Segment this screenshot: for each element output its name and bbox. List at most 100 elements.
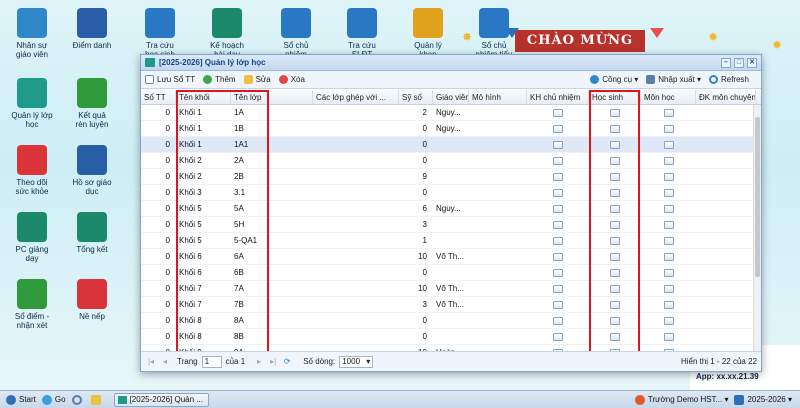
- column-header[interactable]: ĐK môn chuyên: [696, 90, 756, 105]
- table-row[interactable]: 0 Khối 7 7A 10 Võ Th...: [141, 281, 753, 297]
- minimize-button[interactable]: –: [721, 57, 731, 68]
- table-row[interactable]: 0 Khối 6 6B 0: [141, 265, 753, 281]
- homeroom-plan-button[interactable]: [553, 253, 563, 261]
- table-row[interactable]: 0 Khối 1 1A 2 Nguy...: [141, 105, 753, 121]
- desktop-icon-discipline[interactable]: Nề nếp: [60, 279, 124, 321]
- students-button[interactable]: [610, 253, 620, 261]
- homeroom-plan-button[interactable]: [553, 157, 563, 165]
- students-button[interactable]: [610, 221, 620, 229]
- next-page-icon[interactable]: ▸: [253, 356, 265, 368]
- desktop-icon-homeroom-book[interactable]: Sổ chủ nhiệm: [264, 8, 328, 59]
- column-header[interactable]: KH chủ nhiệm: [527, 90, 589, 105]
- homeroom-plan-button[interactable]: [553, 109, 563, 117]
- column-header[interactable]: Sỹ số: [399, 90, 433, 105]
- add-button[interactable]: Thêm: [203, 75, 236, 84]
- subjects-button[interactable]: [663, 125, 674, 133]
- quick-launch-folder[interactable]: [90, 394, 104, 405]
- students-button[interactable]: [610, 301, 620, 309]
- column-header[interactable]: Tên khối: [176, 90, 231, 105]
- students-button[interactable]: [610, 173, 620, 181]
- homeroom-plan-button[interactable]: [553, 317, 563, 325]
- taskbar-window-class-management[interactable]: [2025-2026] Quản ...: [113, 392, 209, 407]
- page-input[interactable]: 1: [201, 355, 222, 368]
- homeroom-plan-button[interactable]: [553, 285, 563, 293]
- homeroom-plan-button[interactable]: [553, 125, 563, 133]
- table-row[interactable]: 0 Khối 8 8B 0: [141, 329, 753, 345]
- subjects-button[interactable]: [663, 285, 674, 293]
- tools-menu[interactable]: Công cụ ▾: [590, 75, 638, 84]
- subjects-button[interactable]: [663, 237, 674, 245]
- import-export-menu[interactable]: Nhập xuất ▾: [646, 75, 701, 84]
- column-header[interactable]: Mô hình: [469, 90, 527, 105]
- table-row[interactable]: 0 Khối 6 6A 10 Võ Th...: [141, 249, 753, 265]
- desktop-icon-gradebook[interactable]: Sổ điểm - nhận xét: [0, 279, 64, 330]
- school-year-selector[interactable]: 2025-2026 ▾: [734, 394, 792, 405]
- students-button[interactable]: [610, 205, 620, 213]
- students-button[interactable]: [610, 125, 620, 133]
- desktop-icon-staff[interactable]: Nhân sự giáo viên: [0, 8, 64, 59]
- last-page-icon[interactable]: ▸|: [267, 356, 279, 368]
- desktop-icon-primary-homeroom-book[interactable]: Sổ chủ nhiệm tiểu: [462, 8, 526, 59]
- students-button[interactable]: [610, 317, 620, 325]
- refresh-page-icon[interactable]: ⟳: [281, 356, 293, 368]
- column-header[interactable]: Tên lớp: [231, 90, 313, 105]
- desktop-icon-training-result[interactable]: Kết quả rèn luyện: [60, 78, 124, 129]
- homeroom-plan-button[interactable]: [553, 141, 563, 149]
- table-row[interactable]: 0 Khối 5 5H 3: [141, 217, 753, 233]
- start-button[interactable]: Start: [6, 394, 36, 405]
- students-button[interactable]: [610, 237, 620, 245]
- subjects-button[interactable]: [663, 301, 674, 309]
- prev-page-icon[interactable]: ◂: [159, 356, 171, 368]
- desktop-icon-education-record[interactable]: Hồ sơ giáo dục: [60, 145, 124, 196]
- homeroom-plan-button[interactable]: [553, 301, 563, 309]
- refresh-button[interactable]: Refresh: [708, 75, 749, 84]
- desktop-icon-health[interactable]: Theo dõi sức khỏe: [0, 145, 64, 196]
- desktop-icon-lesson-plan[interactable]: Kế hoạch bài dạy: [195, 8, 259, 59]
- desktop-icon-student-search[interactable]: Tra cứu học sinh: [128, 8, 192, 59]
- column-header[interactable]: Môn học: [641, 90, 696, 105]
- table-row[interactable]: 0 Khối 8 8A 0: [141, 313, 753, 329]
- column-header[interactable]: Học sinh: [589, 90, 641, 105]
- desktop-icon-record-search[interactable]: Tra cứu SLĐT: [330, 8, 394, 59]
- table-row[interactable]: 0 Khối 5 5-QA1 1: [141, 233, 753, 249]
- column-header[interactable]: Giáo viên: [433, 90, 469, 105]
- students-button[interactable]: [610, 333, 620, 341]
- save-order-button[interactable]: Lưu Sổ TT: [145, 75, 195, 84]
- table-row[interactable]: 0 Khối 3 3.1 0: [141, 185, 753, 201]
- desktop-icon-attendance[interactable]: Điểm danh: [60, 8, 124, 50]
- students-button[interactable]: [610, 269, 620, 277]
- subjects-button[interactable]: [663, 269, 674, 277]
- subjects-button[interactable]: [663, 317, 674, 325]
- table-row[interactable]: 0 Khối 2 2B 9: [141, 169, 753, 185]
- subjects-button[interactable]: [663, 173, 674, 181]
- students-button[interactable]: [610, 109, 620, 117]
- scrollbar-thumb[interactable]: [755, 117, 760, 277]
- subjects-button[interactable]: [663, 205, 674, 213]
- close-button[interactable]: ✕: [747, 57, 757, 68]
- desktop-icon-summary[interactable]: Tổng kết: [60, 212, 124, 254]
- table-row[interactable]: 0 Khối 5 5A 6 Nguy...: [141, 201, 753, 217]
- students-button[interactable]: [610, 141, 620, 149]
- students-button[interactable]: [610, 285, 620, 293]
- subjects-button[interactable]: [663, 157, 674, 165]
- homeroom-plan-button[interactable]: [553, 221, 563, 229]
- subjects-button[interactable]: [663, 189, 674, 197]
- column-header[interactable]: Các lớp ghép với ...: [313, 90, 399, 105]
- vertical-scrollbar[interactable]: [753, 105, 761, 351]
- column-header[interactable]: Số TT: [141, 90, 176, 105]
- desktop-icon-class-management[interactable]: Quản lý lớp học: [0, 78, 64, 129]
- desktop-icon-award[interactable]: Quản lý khen: [396, 8, 460, 59]
- rows-per-page-select[interactable]: 1000 ▾: [339, 355, 374, 368]
- table-row[interactable]: 0 Khối 7 7B 3 Võ Th...: [141, 297, 753, 313]
- desktop-icon-teaching-assignment[interactable]: PC giảng dạy: [0, 212, 64, 263]
- subjects-button[interactable]: [663, 253, 674, 261]
- quick-launch-search[interactable]: [71, 394, 85, 405]
- window-titlebar[interactable]: [2025-2026] Quản lý lớp học – □ ✕: [141, 55, 761, 71]
- homeroom-plan-button[interactable]: [553, 333, 563, 341]
- homeroom-plan-button[interactable]: [553, 237, 563, 245]
- students-button[interactable]: [610, 157, 620, 165]
- table-row[interactable]: 0 Khối 1 1A1 0: [141, 137, 753, 153]
- subjects-button[interactable]: [663, 333, 674, 341]
- subjects-button[interactable]: [663, 221, 674, 229]
- table-row[interactable]: 0 Khối 1 1B 0 Nguy...: [141, 121, 753, 137]
